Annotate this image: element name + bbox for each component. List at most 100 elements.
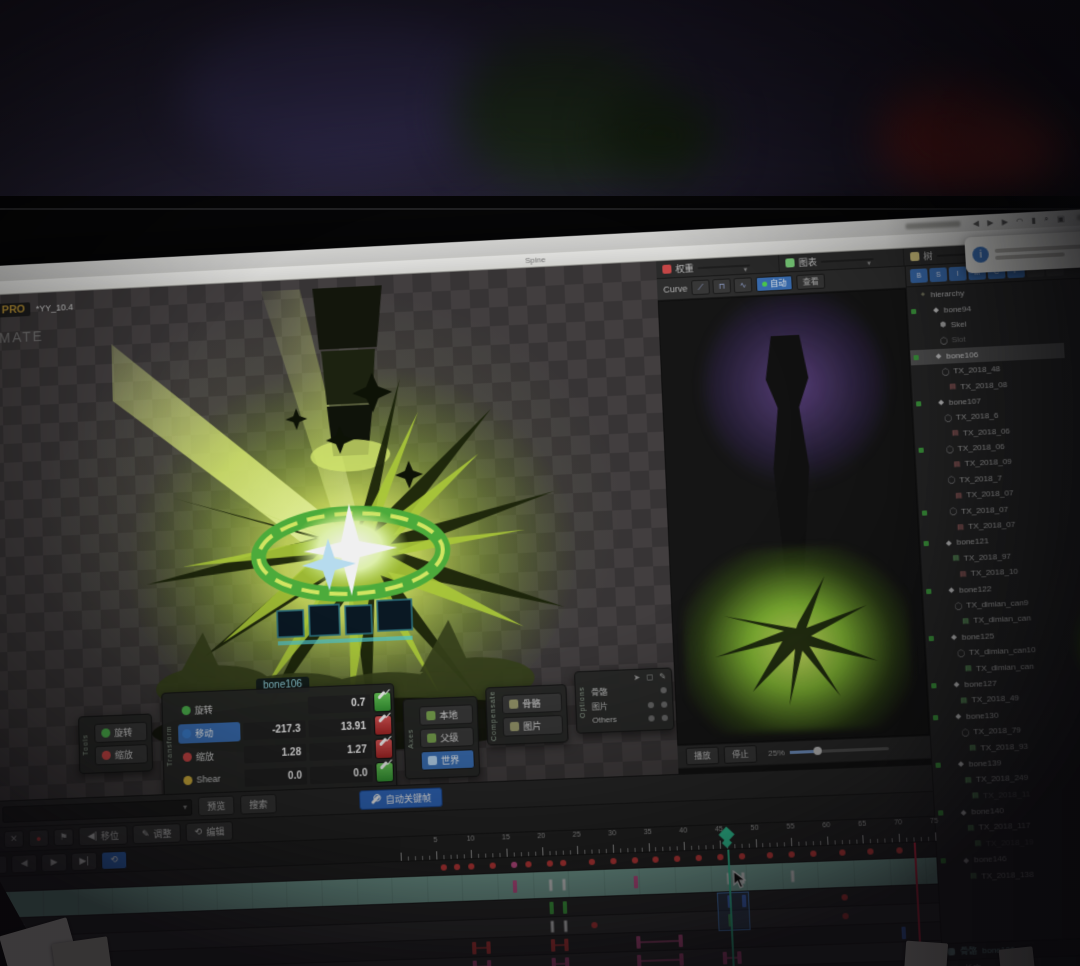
last-frame-icon[interactable]: ▶| <box>70 851 98 871</box>
keyframe[interactable] <box>788 851 796 858</box>
keyframe[interactable] <box>840 893 848 901</box>
battery-icon[interactable]: ▮ <box>1031 215 1036 224</box>
transform-label[interactable]: Shear <box>179 770 242 789</box>
axes-option-父级[interactable]: 父级 <box>419 726 475 749</box>
keyframe[interactable] <box>560 859 567 867</box>
keyframe[interactable] <box>550 938 555 952</box>
keyframe[interactable] <box>524 861 532 868</box>
keyframe[interactable] <box>512 879 518 893</box>
keyframe[interactable] <box>674 855 681 862</box>
toggle-dot[interactable] <box>660 686 667 693</box>
curve-preset-button[interactable]: ∿ <box>733 277 753 294</box>
transform-value-field[interactable]: 1.28 <box>243 743 307 763</box>
keyframe[interactable] <box>550 920 554 932</box>
transform-value-field[interactable]: 0.7 <box>307 693 371 714</box>
selection-box[interactable] <box>716 891 751 932</box>
keyframe[interactable] <box>867 848 875 855</box>
keyframe-button[interactable] <box>373 691 392 713</box>
axes-option-世界[interactable]: 世界 <box>420 749 475 771</box>
transform-label[interactable]: 缩放 <box>179 745 242 767</box>
options-header-icon[interactable]: ◻ <box>646 672 653 681</box>
keyframe[interactable] <box>486 940 491 954</box>
record-icon[interactable]: ● <box>28 829 49 848</box>
curve-preset-button[interactable]: ⟋ <box>691 279 710 296</box>
transform-value-field[interactable]: 1.27 <box>309 740 373 761</box>
keyframe[interactable] <box>472 941 477 954</box>
transform-label[interactable]: 移动 <box>178 721 241 744</box>
keyframe[interactable] <box>633 875 638 888</box>
preview-viewport[interactable] <box>657 288 930 746</box>
keyframe[interactable] <box>546 860 553 867</box>
toggle-dot[interactable] <box>648 714 655 722</box>
dock-tab-dropdown[interactable] <box>697 263 751 269</box>
keyframe[interactable] <box>631 857 638 864</box>
keyframe[interactable] <box>562 878 567 890</box>
tree-filter-button[interactable]: S <box>929 267 948 283</box>
transform-label[interactable]: 旋转 <box>177 698 240 720</box>
keyframe[interactable] <box>652 856 660 863</box>
main-viewport[interactable]: ne PRO *YY_10.4 ANIMATE bone106 Tools 旋转… <box>0 261 679 802</box>
keyframe[interactable] <box>636 954 642 966</box>
keyframe[interactable] <box>722 951 728 964</box>
keyframe[interactable] <box>896 847 903 854</box>
keyframe[interactable] <box>678 933 684 947</box>
keyframe[interactable] <box>841 912 849 919</box>
transform-value-field[interactable] <box>242 697 305 716</box>
keyframe[interactable] <box>489 862 496 869</box>
preview-stop-button[interactable]: 停止 <box>723 745 758 764</box>
prev-frame-icon[interactable]: ◀ <box>11 853 38 873</box>
axes-option-本地[interactable]: 本地 <box>418 704 474 726</box>
keyframe[interactable] <box>510 861 518 869</box>
keyframe[interactable] <box>472 960 478 966</box>
keyframe[interactable] <box>551 957 556 966</box>
keyframe[interactable] <box>468 863 475 870</box>
autokey-button[interactable]: 自动关键帧 <box>359 787 443 811</box>
keyframe[interactable] <box>563 900 568 914</box>
delete-key-icon[interactable]: ✕ <box>3 830 24 849</box>
keyframe[interactable] <box>679 952 685 966</box>
toggle-dot[interactable] <box>661 714 668 721</box>
keyframe[interactable] <box>454 863 461 871</box>
timeline-tool-移位[interactable]: ◀| 移位 <box>78 825 129 847</box>
flag-icon[interactable]: ⚑ <box>53 828 74 847</box>
toggle-dot[interactable] <box>660 700 668 708</box>
keyframe[interactable] <box>591 921 598 928</box>
keyframe[interactable] <box>588 858 596 866</box>
first-frame-icon[interactable]: |◀ <box>0 854 8 875</box>
play-icon[interactable]: ▶ <box>40 852 68 872</box>
timeline-tool-调整[interactable]: ✎ 调整 <box>132 823 181 845</box>
keyframe[interactable] <box>564 919 568 932</box>
options-header-icon[interactable]: ✎ <box>659 672 666 681</box>
media-play-icon[interactable]: ▶ <box>987 218 994 227</box>
media-next-icon[interactable]: ▶ <box>1001 217 1008 226</box>
keyframe-button[interactable] <box>375 761 395 783</box>
search-button[interactable]: 搜索 <box>240 793 277 815</box>
transform-value-field[interactable]: 0.0 <box>309 763 373 784</box>
keyframe[interactable] <box>548 878 553 891</box>
keyframe[interactable] <box>440 864 447 871</box>
wifi-icon[interactable]: ◠ <box>1016 216 1024 225</box>
options-header-icon[interactable]: ➤ <box>633 673 640 682</box>
toggle-dot[interactable] <box>647 701 655 708</box>
keyframe[interactable] <box>564 938 570 951</box>
keyframe[interactable] <box>767 852 774 859</box>
media-prev-icon[interactable]: ◀ <box>973 218 980 227</box>
keyframe[interactable] <box>790 870 795 882</box>
dock-tab-dropdown[interactable] <box>820 257 874 263</box>
timeline-tool-编辑[interactable]: ⟲ 编辑 <box>185 821 234 843</box>
keyframe[interactable] <box>635 935 641 949</box>
tool-button-缩放[interactable]: 缩放 <box>94 744 148 766</box>
keyframe[interactable] <box>738 853 745 860</box>
keyframe-button[interactable] <box>373 714 393 736</box>
preview-play-button[interactable]: 播放 <box>685 746 720 766</box>
compensate-option-骨骼[interactable]: 骨骼 <box>501 692 563 715</box>
transform-value-field[interactable]: 13.91 <box>308 717 372 737</box>
search-icon[interactable]: ⌕ <box>1044 214 1049 224</box>
keyframe[interactable] <box>610 857 617 865</box>
keyframe[interactable] <box>736 950 742 964</box>
tool-button-旋转[interactable]: 旋转 <box>94 721 148 744</box>
compensate-option-图片[interactable]: 图片 <box>502 714 564 737</box>
tree-filter-button[interactable]: B <box>909 268 928 284</box>
keyframe[interactable] <box>838 849 846 856</box>
curve-preset-button[interactable]: ⊓ <box>712 278 732 295</box>
